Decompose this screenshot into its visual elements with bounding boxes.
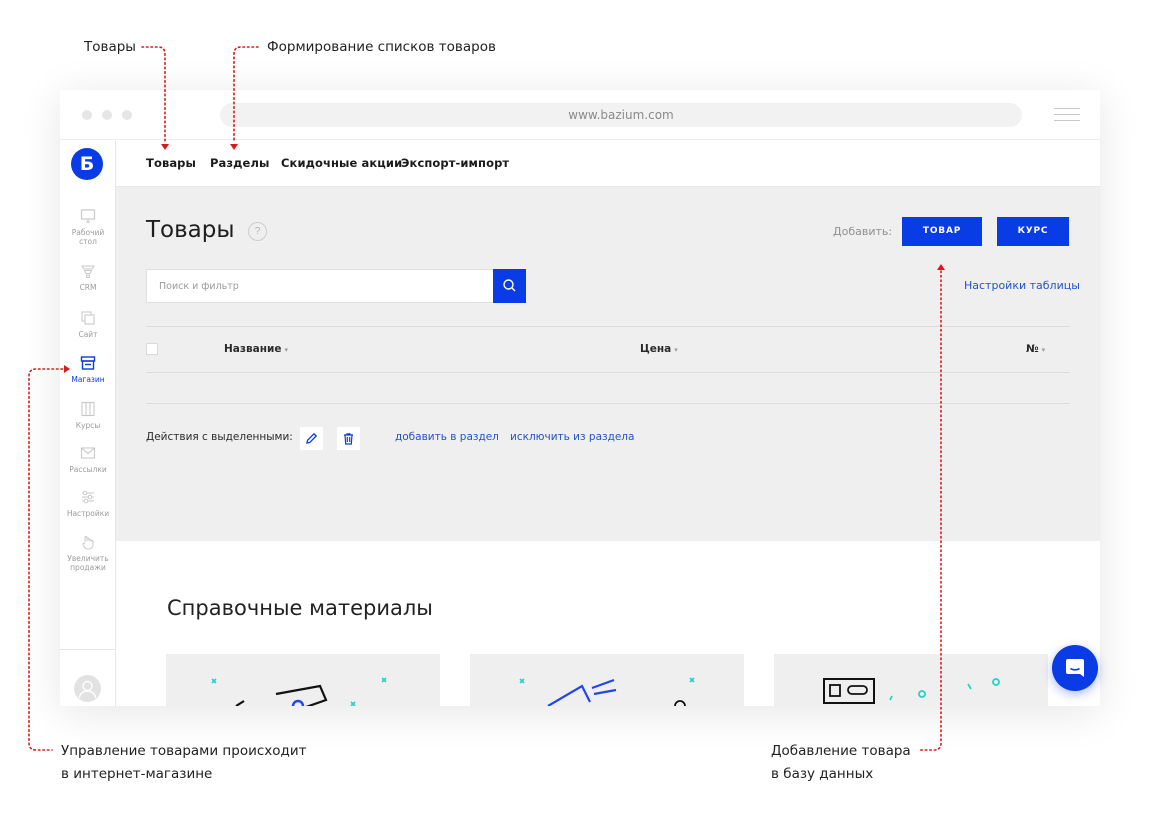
pencil-icon [306,432,318,444]
annotation-lists: Формирование списков товаров [267,39,496,55]
tab-discounts[interactable]: Скидочные акции [281,156,402,170]
sidebar-item-dashboard[interactable]: Рабочий стол [60,208,116,246]
table-divider [146,372,1070,373]
column-header-number[interactable]: № ▾ [1026,343,1045,355]
avatar[interactable] [74,675,101,702]
address-bar[interactable]: www.bazium.com [220,103,1022,127]
add-course-button[interactable]: КУРС [997,217,1069,246]
sidebar-label: Увеличить продажи [67,554,109,572]
column-header-name[interactable]: Название ▾ [224,343,288,355]
sidebar-divider [60,649,116,650]
annotation-shop-line2: в интернет-магазине [61,766,213,782]
window-dot-maximize[interactable] [122,110,132,120]
sidebar-label: Сайт [78,330,98,339]
user-icon [78,680,97,699]
reference-card[interactable] [166,654,440,706]
top-nav: Товары Разделы Скидочные акции Экспорт-и… [116,141,1100,187]
logo[interactable]: Б [71,148,103,180]
hand-icon [82,536,94,550]
sidebar-label: Рассылки [69,465,107,474]
sidebar-item-settings[interactable]: Настройки [60,489,116,518]
add-to-section-link[interactable]: добавить в раздел [395,431,499,443]
store-icon [80,356,96,370]
bulk-delete-button[interactable] [337,427,360,450]
window-dot-close[interactable] [82,110,92,120]
annotation-products: Товары [84,39,136,55]
sidebar-item-boost-sales[interactable]: Увеличить продажи [60,534,116,572]
funnel-icon [80,265,96,279]
sidebar-label: Курсы [75,421,101,430]
browser-window: www.bazium.com Б Рабочий стол CRM Сайт Ма… [60,90,1100,706]
sidebar-label: CRM [79,283,97,292]
search-icon [503,279,516,292]
monitor-icon [80,209,96,223]
bulk-actions-label: Действия с выделенными: [146,431,293,443]
sidebar-item-courses[interactable]: Курсы [60,401,116,430]
reference-card[interactable] [774,654,1048,706]
sidebar-item-shop[interactable]: Магазин [60,355,116,384]
sidebar-item-site[interactable]: Сайт [60,310,116,339]
sidebar-label: Магазин [71,375,105,384]
table-divider [146,403,1070,404]
card-illustration [823,678,1000,704]
column-header-price[interactable]: Цена ▾ [640,343,678,355]
sidebar-label: Настройки [66,509,110,518]
help-icon[interactable]: ? [248,222,267,241]
add-product-button[interactable]: ТОВАР [902,217,982,246]
annotation-add-line2: в базу данных [771,766,874,782]
sort-icon: ▾ [674,346,678,354]
table-settings-link[interactable]: Настройки таблицы [964,279,1080,292]
search-button[interactable] [493,269,526,303]
sidebar-label: Рабочий стол [71,228,105,246]
chat-button[interactable] [1052,645,1098,691]
annotation-shop-line1: Управление товарами происходит [61,743,307,759]
sliders-icon [82,490,94,504]
annotation-add-line1: Добавление товара [771,743,911,759]
reference-section: Справочные материалы [116,541,1100,706]
pages-icon [81,311,95,325]
bulk-edit-button[interactable] [300,427,323,450]
window-dot-minimize[interactable] [102,110,112,120]
search-box [146,269,494,303]
sidebar-item-crm[interactable]: CRM [60,263,116,292]
tab-sections[interactable]: Разделы [210,156,269,170]
table-divider [146,326,1070,327]
products-panel: Товары ? Добавить: ТОВАР КУРС Настройки … [116,187,1100,541]
chat-icon [1066,659,1084,677]
sort-icon: ▾ [284,346,288,354]
remove-from-section-link[interactable]: исключить из раздела [510,431,634,443]
search-input[interactable] [147,270,447,302]
menu-icon[interactable] [1054,108,1080,122]
sidebar-item-mailings[interactable]: Рассылки [60,445,116,474]
reference-title: Справочные материалы [167,596,433,620]
page-title: Товары [146,217,235,243]
sort-icon: ▾ [1041,346,1046,354]
trash-icon [344,433,353,445]
tab-products[interactable]: Товары [146,156,196,170]
select-all-checkbox[interactable] [146,343,158,355]
books-icon [81,401,95,417]
add-label: Добавить: [833,225,893,238]
megaphone-illustration [519,677,695,706]
reference-card[interactable] [470,654,744,706]
browser-chrome: www.bazium.com [60,90,1100,140]
tag-illustration [211,677,387,706]
sidebar: Б Рабочий стол CRM Сайт Магазин Курсы Рас… [60,141,116,706]
tab-export-import[interactable]: Экспорт-импорт [401,156,509,170]
mail-icon [80,447,96,459]
